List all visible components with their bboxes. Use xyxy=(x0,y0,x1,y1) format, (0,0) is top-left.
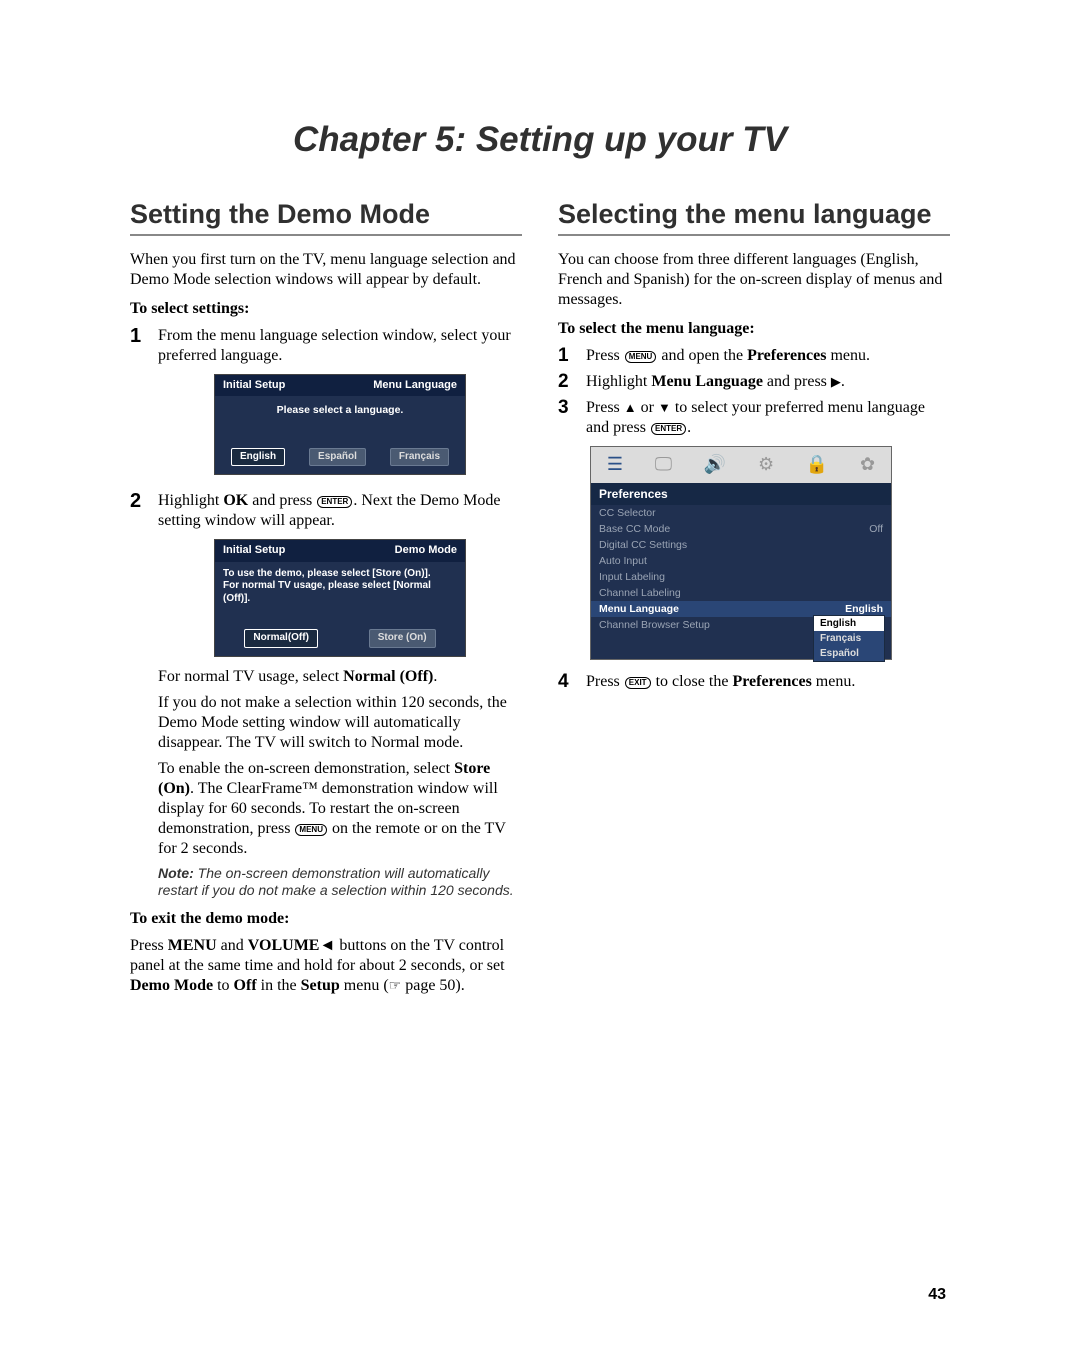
preferences-box: ☰ 🖵 🔊 ⚙ 🔒 ✿ Preferences CC Selector Base… xyxy=(590,446,892,660)
step-number: 2 xyxy=(558,372,576,391)
pref-title: Preferences xyxy=(591,483,891,505)
tab-icon-list[interactable]: ☰ xyxy=(607,454,623,475)
note-block: Note: The on-screen demonstration will a… xyxy=(158,865,522,900)
setup-header-left: Initial Setup xyxy=(223,379,285,393)
flyout-english[interactable]: English xyxy=(814,616,884,631)
menu-key-icon: MENU xyxy=(295,824,327,836)
tab-icon-sliders[interactable]: ⚙ xyxy=(758,454,774,475)
tab-icon-gear[interactable]: ✿ xyxy=(860,454,875,475)
right-intro: You can choose from three different lang… xyxy=(558,250,950,310)
enter-key-icon: ENTER xyxy=(317,496,352,508)
exit-key-icon: EXIT xyxy=(625,677,651,689)
step-number: 4 xyxy=(558,672,576,691)
exit-heading: To exit the demo mode: xyxy=(130,910,522,928)
page-number: 43 xyxy=(130,1286,950,1304)
tab-icon-lock[interactable]: 🔒 xyxy=(806,454,828,475)
right-select-heading: To select the menu language: xyxy=(558,320,950,338)
chapter-title: Chapter 5: Setting up your TV xyxy=(130,120,950,160)
step-number: 2 xyxy=(130,491,148,511)
right-section-title: Selecting the menu language xyxy=(558,200,950,236)
exit-text: Press MENU and VOLUME◄ buttons on the TV… xyxy=(130,936,522,996)
left-step2: Highlight OK and press ENTER. Next the D… xyxy=(158,491,522,531)
pref-row-cc-selector[interactable]: CC Selector xyxy=(591,505,891,521)
pointer-icon: ☞ xyxy=(389,979,402,994)
demo-btn-normal[interactable]: Normal(Off) xyxy=(244,629,318,648)
left-intro: When you first turn on the TV, menu lang… xyxy=(130,250,522,290)
after-demo-2: If you do not make a selection within 12… xyxy=(158,693,522,753)
pref-row-digital-cc[interactable]: Digital CC Settings xyxy=(591,537,891,553)
enter-key-icon: ENTER xyxy=(651,423,686,435)
setup-header-right: Menu Language xyxy=(373,379,457,393)
pref-row-base-cc[interactable]: Base CC ModeOff xyxy=(591,521,891,537)
tab-icon-speaker[interactable]: 🔊 xyxy=(704,454,726,475)
pref-row-auto-input[interactable]: Auto Input xyxy=(591,553,891,569)
menu-key-icon: MENU xyxy=(625,351,657,363)
setup-header-left: Initial Setup xyxy=(223,544,285,558)
lang-btn-francais[interactable]: Français xyxy=(390,448,449,467)
flyout-espanol[interactable]: Español xyxy=(814,646,884,661)
lang-btn-espanol[interactable]: Español xyxy=(309,448,366,467)
right-step4: Press EXIT to close the Preferences menu… xyxy=(586,672,950,692)
pref-row-input-labeling[interactable]: Input Labeling xyxy=(591,569,891,585)
demo-msg1: To use the demo, please select [Store (O… xyxy=(223,568,457,581)
right-triangle-icon: ▶ xyxy=(831,374,841,389)
step-number: 1 xyxy=(130,326,148,346)
down-triangle-icon: ▼ xyxy=(658,400,671,415)
tab-icon-monitor[interactable]: 🖵 xyxy=(655,454,672,475)
setup-header-right: Demo Mode xyxy=(395,544,457,558)
demo-btn-store[interactable]: Store (On) xyxy=(369,629,436,648)
setup-message: Please select a language. xyxy=(215,396,465,441)
lang-btn-english[interactable]: English xyxy=(231,448,285,467)
after-demo-1: For normal TV usage, select Normal (Off)… xyxy=(158,667,522,687)
demo-msg2: For normal TV usage, please select [Norm… xyxy=(223,580,457,605)
left-step1: From the menu language selection window,… xyxy=(158,326,522,366)
right-step2: Highlight Menu Language and press ▶. xyxy=(586,372,950,392)
up-triangle-icon: ▲ xyxy=(624,400,637,415)
flyout-francais[interactable]: Français xyxy=(814,631,884,646)
right-step3: Press ▲ or ▼ to select your preferred me… xyxy=(586,398,950,438)
pref-row-channel-labeling[interactable]: Channel Labeling xyxy=(591,585,891,601)
step-number: 3 xyxy=(558,398,576,417)
left-select-heading: To select settings: xyxy=(130,300,522,318)
after-demo-3: To enable the on-screen demonstration, s… xyxy=(158,759,522,859)
language-setup-box: Initial Setup Menu Language Please selec… xyxy=(214,374,466,475)
demo-mode-box: Initial Setup Demo Mode To use the demo,… xyxy=(214,539,466,657)
right-step1: Press MENU and open the Preferences menu… xyxy=(586,346,950,366)
left-section-title: Setting the Demo Mode xyxy=(130,200,522,236)
step-number: 1 xyxy=(558,346,576,365)
